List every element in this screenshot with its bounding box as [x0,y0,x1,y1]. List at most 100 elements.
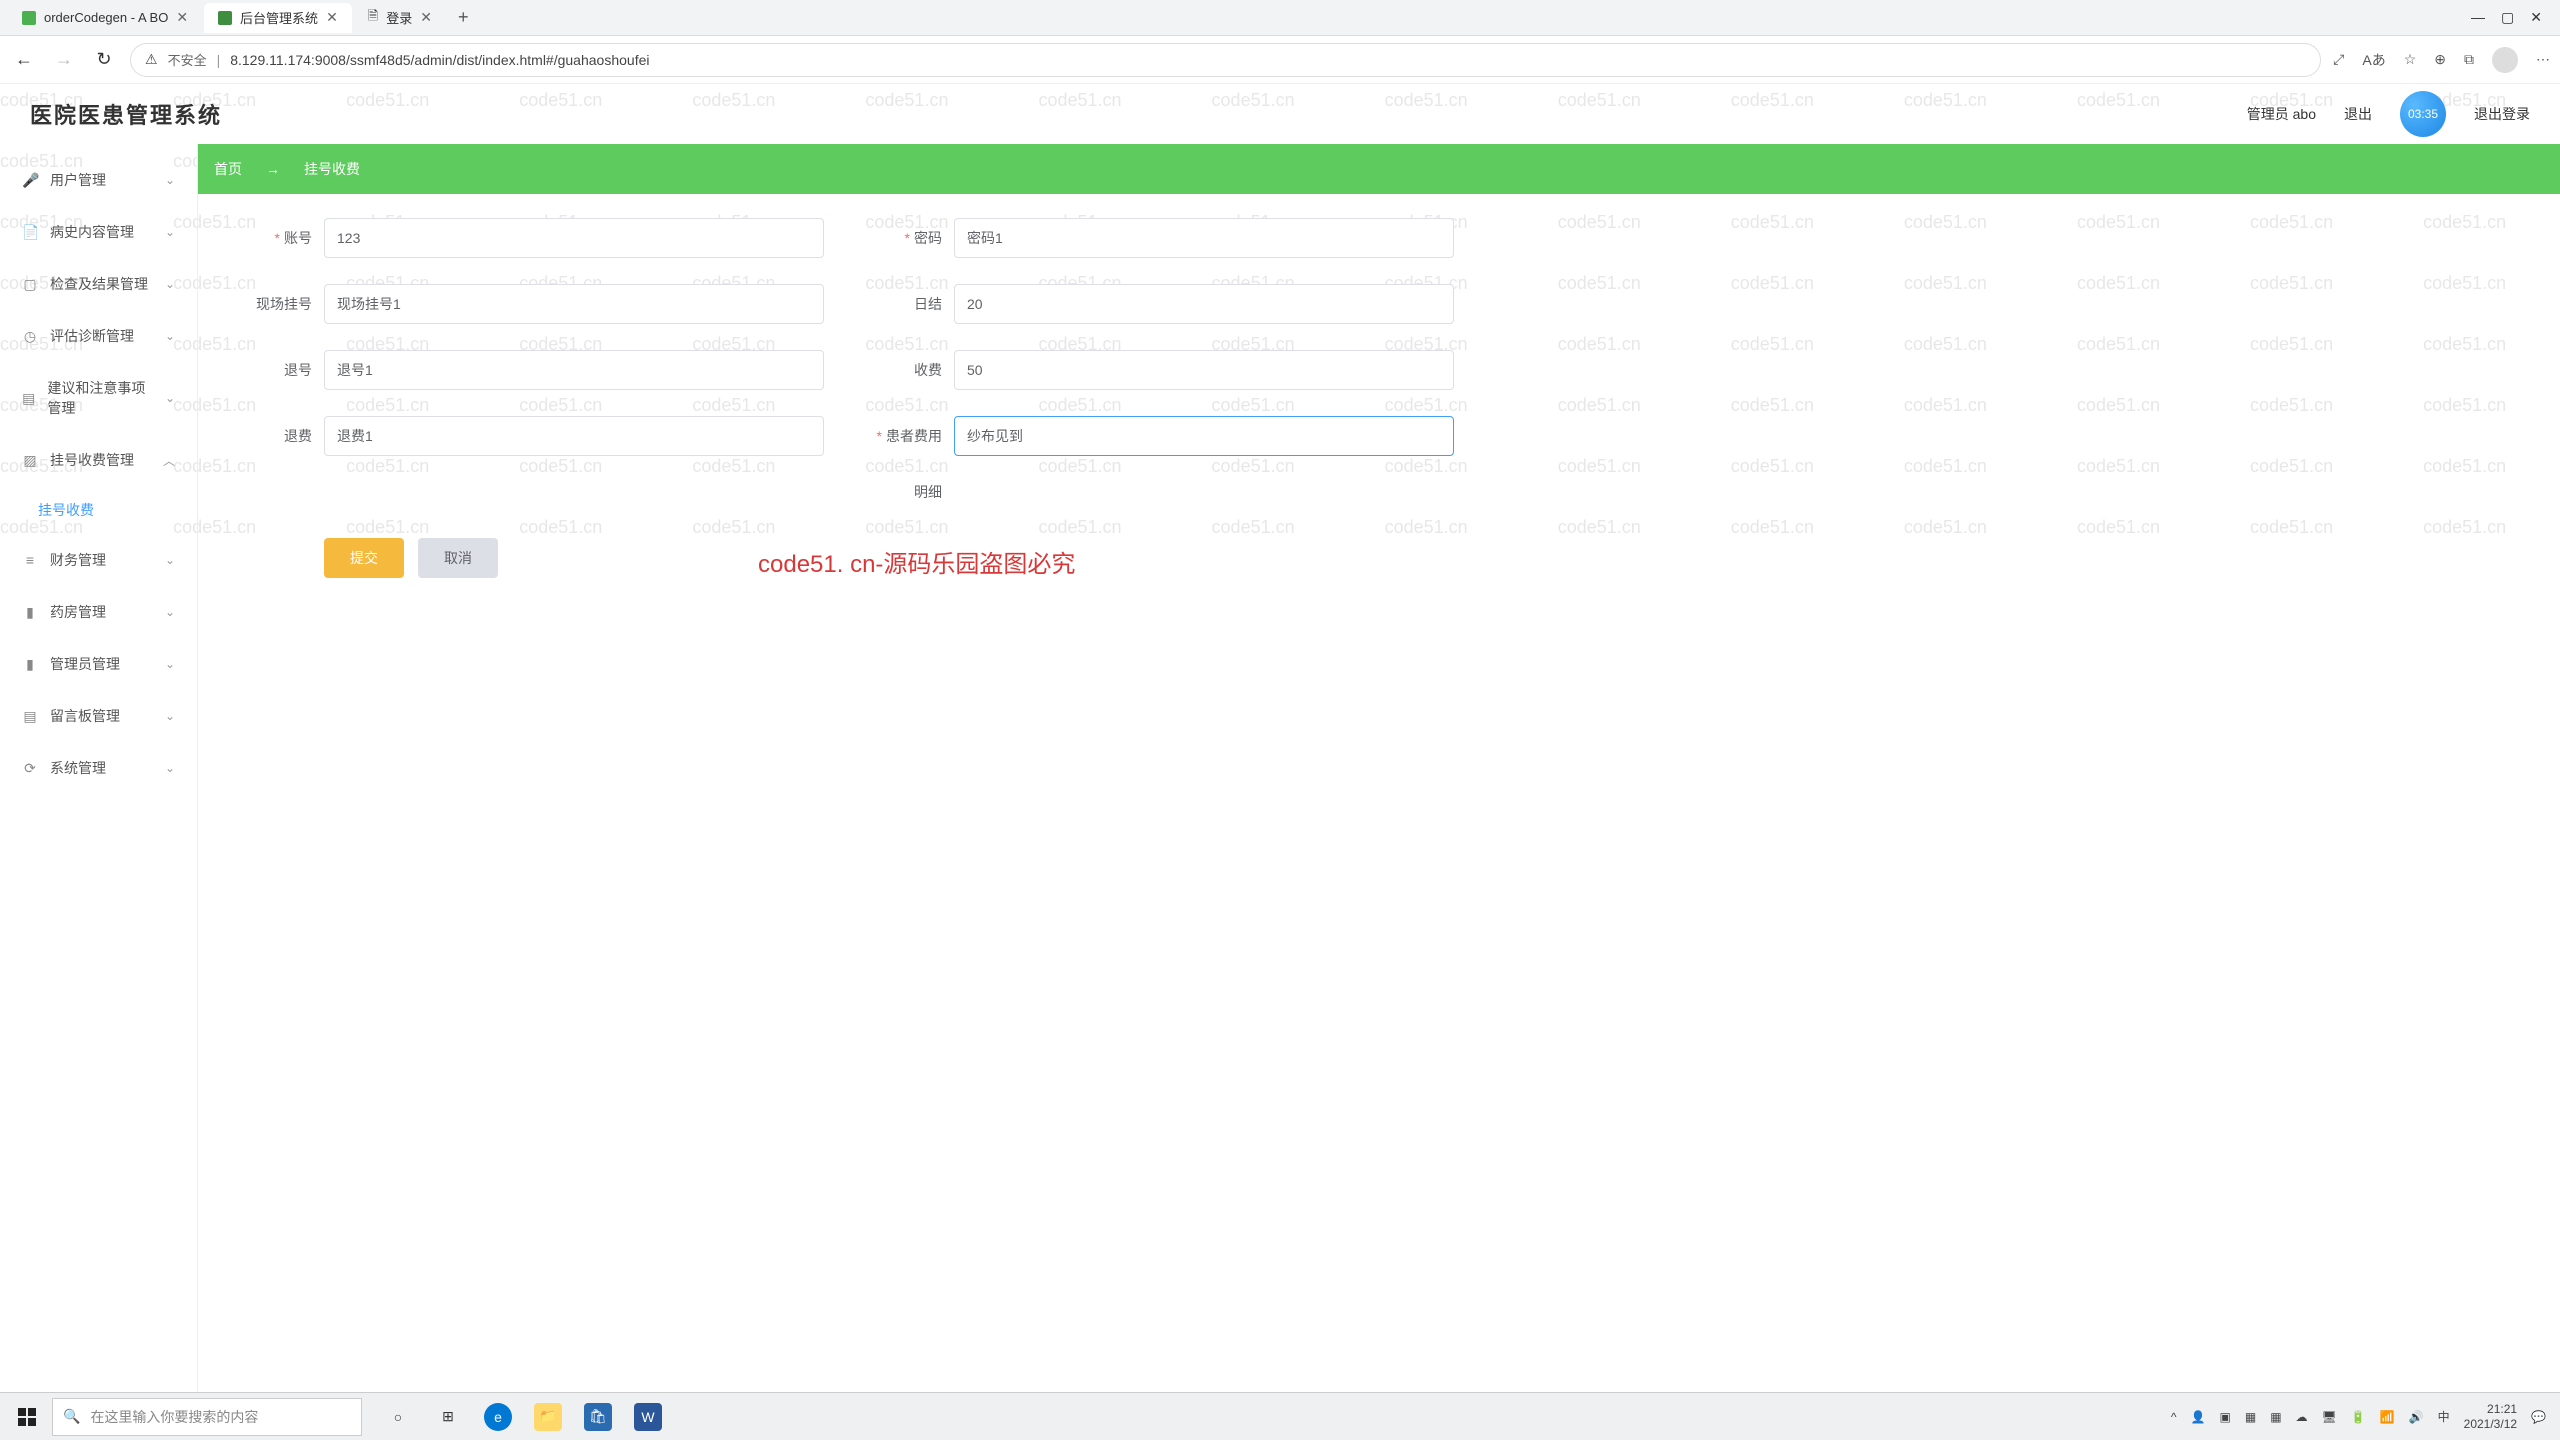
collections-icon[interactable]: ⊕ [2434,51,2446,68]
field-refund-num: 退号 [224,350,824,390]
window-controls: — ▢ ✕ [2471,9,2552,26]
tab-ordercodegen[interactable]: orderCodegen - A BO ✕ [8,3,202,33]
back-button[interactable]: ← [10,49,38,70]
security-warning-icon: ⚠ [145,51,158,68]
box-icon: ▢ [22,276,38,293]
field-daily: 日结 [854,284,1454,324]
notifications-icon[interactable]: 💬 [2531,1410,2546,1424]
tray-network-icon[interactable]: 🖥 [2322,1410,2337,1424]
sidebar-label: 病史内容管理 [50,222,134,242]
more-icon[interactable]: ⋯ [2536,51,2550,68]
url-text: 8.129.11.174:9008/ssmf48d5/admin/dist/in… [230,52,649,68]
chevron-down-icon: ⌄ [165,277,175,291]
submit-button[interactable]: 提交 [324,538,404,578]
windows-taskbar: 🔍 在这里输入你要搜索的内容 ○ ⊞ e 📁 🛍 W ^ 👤 ▣ ▦ ▦ ☁ 🖥… [0,1392,2560,1440]
tray-onedrive-icon[interactable]: ☁ [2296,1410,2308,1424]
sidebar-item-pharmacy[interactable]: ▮药房管理⌄ [0,586,197,638]
security-label: 不安全 [168,50,207,69]
tray-ime-icon[interactable]: 中 [2438,1408,2450,1425]
sidebar-item-admin[interactable]: ▮管理员管理⌄ [0,638,197,690]
logout-partial[interactable]: 退出 [2344,104,2372,124]
input-fee[interactable] [954,350,1454,390]
sidebar-item-history[interactable]: 📄病史内容管理⌄ [0,206,197,258]
tray-video-icon[interactable]: ▣ [2220,1410,2231,1424]
toolbar-actions: ⤢ Aあ ☆ ⊕ ⧉ ⋯ [2333,47,2550,73]
input-password[interactable] [954,218,1454,258]
sidebar-item-user[interactable]: 🎤 用户管理 ⌄ [0,154,197,206]
input-daily[interactable] [954,284,1454,324]
taskbar-clock[interactable]: 21:21 2021/3/12 [2464,1402,2517,1431]
sidebar-label: 检查及结果管理 [50,274,148,294]
windows-icon [18,1408,36,1426]
label-patient-fee: *患者费用明细 [854,416,954,512]
sidebar-item-message[interactable]: ▤留言板管理⌄ [0,690,197,742]
sidebar-label: 药房管理 [50,602,106,622]
word-icon[interactable]: W [634,1403,662,1431]
taskview-icon[interactable]: ⊞ [434,1403,462,1431]
close-icon[interactable]: ✕ [176,9,188,26]
forward-button[interactable]: → [50,49,78,70]
sidebar-label: 用户管理 [50,170,106,190]
edge-icon[interactable]: e [484,1403,512,1431]
sidebar: 🎤 用户管理 ⌄ 📄病史内容管理⌄ ▢ 检查及结果管理 ⌄ ◷评估诊断管理⌄ ▤建议和注… [0,144,198,1392]
sidebar-item-finance[interactable]: ≡财务管理⌄ [0,534,197,586]
tray-wifi-icon[interactable]: 📶 [2380,1410,2395,1424]
browser-tab-strip: orderCodegen - A BO ✕ 后台管理系统 ✕ 🗎 登录 ✕ + … [0,0,2560,36]
close-icon[interactable]: ✕ [326,9,338,26]
extensions-icon[interactable]: ⧉ [2464,51,2474,68]
taskbar-search[interactable]: 🔍 在这里输入你要搜索的内容 [52,1398,362,1436]
favorite-icon[interactable]: ☆ [2404,51,2417,68]
sidebar-item-diagnosis[interactable]: ◷评估诊断管理⌄ [0,310,197,362]
start-button[interactable] [4,1397,50,1437]
breadcrumb-home[interactable]: 首页 [214,159,242,179]
tray-app2-icon[interactable]: ▦ [2270,1410,2281,1424]
address-bar[interactable]: ⚠ 不安全 | 8.129.11.174:9008/ssmf48d5/admin… [130,43,2321,77]
header-right: 管理员 abo 退出 03:35 退出登录 [2247,91,2530,137]
chevron-down-icon: ⌄ [165,173,175,187]
breadcrumb-current[interactable]: 挂号收费 [304,159,360,179]
explorer-icon[interactable]: 📁 [534,1403,562,1431]
reading-icon[interactable]: ⤢ [2333,51,2344,68]
system-tray: ^ 👤 ▣ ▦ ▦ ☁ 🖥 🔋 📶 🔊 中 21:21 2021/3/12 💬 [2171,1402,2556,1431]
chevron-down-icon: ⌄ [165,553,175,567]
tab-title: 后台管理系统 [240,8,318,27]
cancel-button[interactable]: 取消 [418,538,498,578]
tray-battery-icon[interactable]: 🔋 [2351,1410,2366,1424]
new-tab-button[interactable]: + [448,7,479,28]
tray-volume-icon[interactable]: 🔊 [2409,1410,2424,1424]
reload-button[interactable]: ↻ [90,49,118,70]
chevron-down-icon: ⌄ [165,657,175,671]
maximize-button[interactable]: ▢ [2501,9,2514,26]
bar-icon: ▮ [22,604,38,621]
square-icon: ▨ [22,452,38,469]
field-password: *密码 [854,218,1454,258]
close-window-button[interactable]: ✕ [2530,9,2542,26]
timer-badge: 03:35 [2400,91,2446,137]
sidebar-item-system[interactable]: ⟳系统管理⌄ [0,742,197,794]
chevron-down-icon: ⌄ [165,329,175,343]
profile-avatar[interactable] [2492,47,2518,73]
tray-app-icon[interactable]: ▦ [2245,1410,2256,1424]
bars-icon: ≡ [22,552,38,568]
close-icon[interactable]: ✕ [420,9,432,26]
cortana-icon[interactable]: ○ [384,1403,412,1431]
store-icon[interactable]: 🛍 [584,1403,612,1431]
input-refund-num[interactable] [324,350,824,390]
minimize-button[interactable]: — [2471,9,2485,26]
mic-icon: 🎤 [22,172,38,189]
translate-icon[interactable]: Aあ [2362,50,2385,70]
tab-login[interactable]: 🗎 登录 ✕ [354,3,446,33]
input-onsite[interactable] [324,284,824,324]
clock-time: 21:21 [2464,1402,2517,1416]
sidebar-item-registration[interactable]: ▨挂号收费管理︿ [0,434,197,486]
tab-admin-system[interactable]: 后台管理系统 ✕ [204,3,352,33]
sidebar-sub-registration-fee[interactable]: 挂号收费 [0,486,197,534]
sidebar-item-check[interactable]: ▢ 检查及结果管理 ⌄ [0,258,197,310]
logout-button[interactable]: 退出登录 [2474,104,2530,124]
input-account[interactable] [324,218,824,258]
tray-up-icon[interactable]: ^ [2171,1410,2177,1424]
input-patient-fee[interactable] [954,416,1454,456]
input-refund-fee[interactable] [324,416,824,456]
tray-people-icon[interactable]: 👤 [2191,1410,2206,1424]
sidebar-item-advice[interactable]: ▤建议和注意事项管理⌄ [0,362,197,434]
